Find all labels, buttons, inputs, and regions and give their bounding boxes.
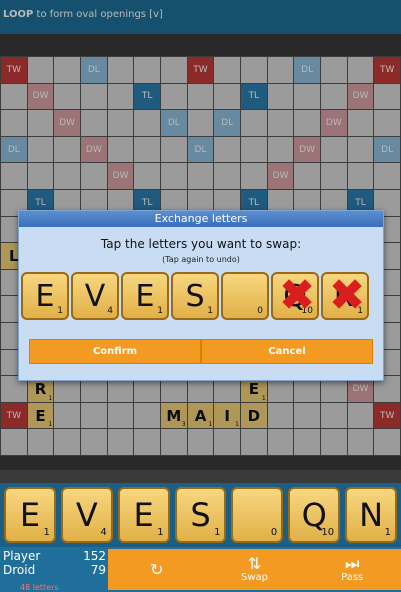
rack-tile[interactable]: E1 <box>4 487 56 543</box>
scoreboard: Player 152 Droid 79 <box>3 549 106 577</box>
action-bar: ↻ ⇅ Swap ⏭ Pass <box>108 549 401 590</box>
exchange-dialog: Exchange letters Tap the letters you wan… <box>18 210 384 381</box>
rack-tile[interactable]: N1 <box>345 487 398 543</box>
swap-button[interactable]: ⇅ Swap <box>206 549 304 590</box>
dialog-title: Exchange letters <box>19 211 383 227</box>
shuffle-icon: ↻ <box>150 559 164 579</box>
tile-letter: E <box>19 496 41 534</box>
game-screen: LOOP to form oval openings [v] TW DL TW DL T… <box>0 0 401 592</box>
exchange-tile[interactable]: Q 10 ✖ <box>271 272 319 320</box>
pass-label: Pass <box>341 572 364 583</box>
tile-letter: S <box>185 278 205 314</box>
tile-letter: N <box>359 496 384 534</box>
tile-value: 1 <box>157 306 163 316</box>
tile-value: 4 <box>100 527 107 538</box>
skip-icon: ⏭ <box>344 554 360 573</box>
tile-value: 4 <box>107 306 113 316</box>
exchange-tile[interactable]: 0 <box>221 272 269 320</box>
tile-letter: S <box>190 496 211 534</box>
exchange-tile[interactable]: S1 <box>171 272 219 320</box>
tile-letter: V <box>75 496 98 534</box>
droid-score: 79 <box>90 563 106 577</box>
droid-label: Droid <box>3 563 36 577</box>
exchange-tile[interactable]: N 1 ✖ <box>321 272 369 320</box>
rack-tile[interactable]: E1 <box>117 487 170 543</box>
dialog-hint: (Tap again to undo) <box>162 255 240 264</box>
footer-bar: Player 152 Droid 79 48 letters ↻ ⇅ Swap ⏭ Pa… <box>0 547 401 592</box>
rack-tile[interactable]: 0 <box>231 487 284 543</box>
shuffle-button[interactable]: ↻ <box>108 549 206 590</box>
tile-letter: E <box>135 278 155 314</box>
tile-value: 1 <box>384 527 392 538</box>
tile-value: 10 <box>321 527 335 538</box>
exchange-tiles: E 1 V 4 E 1 S 1 0 Q 10 ✖ N 1 ✖ <box>19 272 383 320</box>
dialog-prompt: Tap the letters you want to swap: <box>100 237 302 251</box>
tile-value: 0 <box>270 527 278 538</box>
tile-value: 0 <box>257 306 263 316</box>
rack-tile[interactable]: S1 <box>174 487 227 543</box>
pass-button[interactable]: ⏭ Pass <box>303 549 401 590</box>
tile-letter: E <box>35 278 55 314</box>
tile-value: 1 <box>43 527 50 538</box>
swap-icon: ⇅ <box>247 554 262 573</box>
tile-value: 1 <box>214 527 221 538</box>
swap-mark-icon: ✖ <box>278 270 316 321</box>
player-label: Player <box>3 549 41 563</box>
tile-value: 1 <box>207 306 213 316</box>
swap-mark-icon: ✖ <box>328 270 366 321</box>
player-score: 152 <box>83 549 106 563</box>
swap-label: Swap <box>241 572 269 583</box>
exchange-tile[interactable]: E1 <box>121 272 169 320</box>
tile-value: 1 <box>157 527 164 538</box>
tile-value: 1 <box>57 306 63 316</box>
rack-tile[interactable]: V4 <box>60 487 113 543</box>
tile-letter: E <box>133 496 154 534</box>
exchange-tile[interactable]: V4 <box>71 272 119 320</box>
cancel-button[interactable]: Cancel <box>201 339 373 364</box>
letters-left: 48 letters <box>20 583 59 592</box>
letter-rack[interactable]: E 1 V 4 E 1 S 1 0 Q 10 N 1 <box>0 483 401 547</box>
tile-letter: V <box>84 278 106 314</box>
dialog-buttons: Confirm Cancel <box>29 339 373 364</box>
rack-tile[interactable]: Q 10 <box>288 487 341 543</box>
confirm-button[interactable]: Confirm <box>29 339 201 364</box>
exchange-tile[interactable]: E1 <box>21 272 69 320</box>
